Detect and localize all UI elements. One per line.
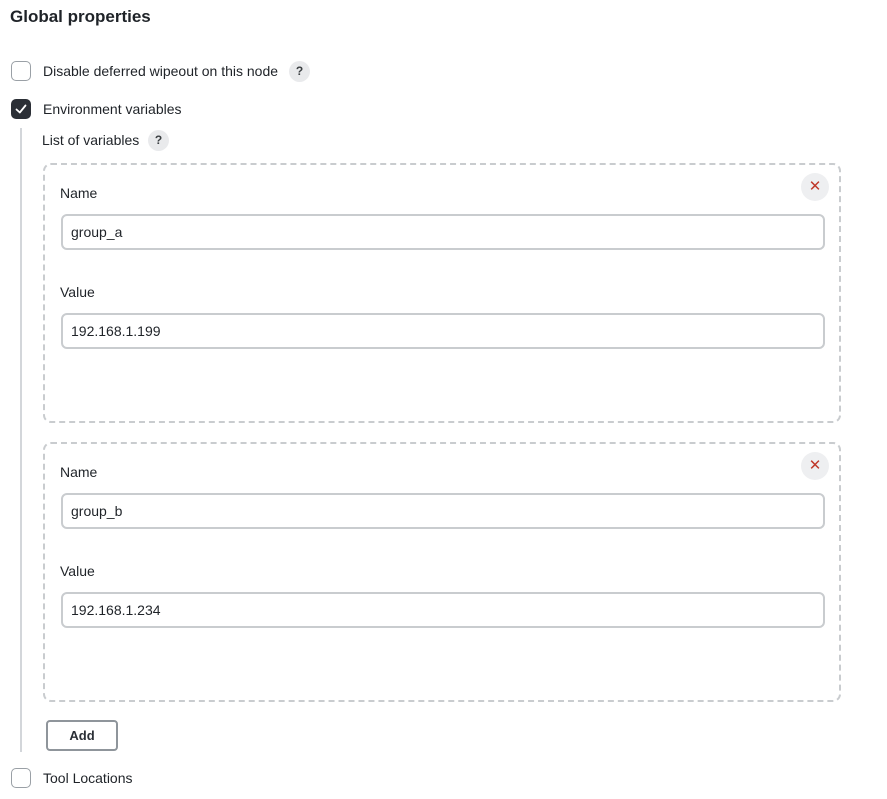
tool-locations-label: Tool Locations (43, 770, 133, 786)
value-label: Value (60, 284, 95, 300)
list-of-variables-help-icon[interactable]: ? (148, 130, 169, 151)
tool-locations-checkbox[interactable] (11, 768, 31, 788)
disable-wipeout-checkbox[interactable] (11, 61, 31, 81)
environment-variables-checkbox[interactable] (11, 99, 31, 119)
variable-card: ✕ Name group_a Value 192.168.1.199 (43, 163, 841, 423)
page-title: Global properties (10, 7, 151, 26)
disable-wipeout-label: Disable deferred wipeout on this node (43, 63, 279, 79)
value-label: Value (60, 563, 95, 579)
remove-variable-button[interactable]: ✕ (801, 452, 829, 480)
value-input[interactable]: 192.168.1.199 (61, 313, 825, 349)
value-input[interactable]: 192.168.1.234 (61, 592, 825, 628)
name-input[interactable]: group_b (61, 493, 825, 529)
add-variable-button[interactable]: Add (46, 720, 118, 751)
checkmark-icon (15, 104, 27, 114)
environment-variables-label: Environment variables (43, 101, 182, 117)
name-input[interactable]: group_a (61, 214, 825, 250)
name-label: Name (60, 464, 98, 480)
nesting-line (20, 128, 22, 752)
name-label: Name (60, 185, 98, 201)
remove-variable-button[interactable]: ✕ (801, 173, 829, 201)
variable-card: ✕ Name group_b Value 192.168.1.234 (43, 442, 841, 702)
list-of-variables-label: List of variables (42, 132, 140, 148)
disable-wipeout-help-icon[interactable]: ? (289, 61, 310, 82)
